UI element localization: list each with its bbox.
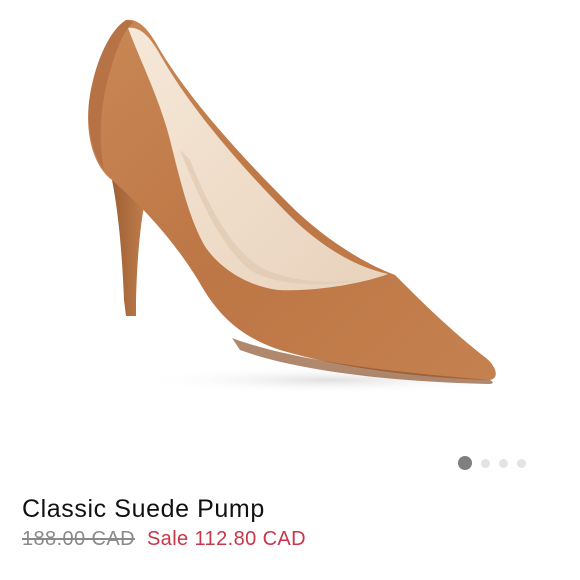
carousel-dots	[458, 456, 526, 470]
carousel-dot-2[interactable]	[481, 458, 490, 468]
original-price: 188.00 CAD	[22, 528, 135, 550]
carousel-dot-3[interactable]	[499, 458, 508, 468]
sale-price: Sale 112.80 CAD	[146, 528, 306, 550]
price-row: 188.00 CAD Sale 112.80 CAD	[22, 528, 306, 551]
shoe-illustration	[88, 19, 520, 394]
product-card: Classic Suede Pump 188.00 CAD Sale 112.8…	[0, 0, 580, 580]
carousel-dot-1[interactable]	[458, 456, 472, 470]
product-image[interactable]	[0, 0, 580, 450]
product-title[interactable]: Classic Suede Pump	[22, 495, 265, 524]
carousel-dot-4[interactable]	[517, 458, 526, 468]
